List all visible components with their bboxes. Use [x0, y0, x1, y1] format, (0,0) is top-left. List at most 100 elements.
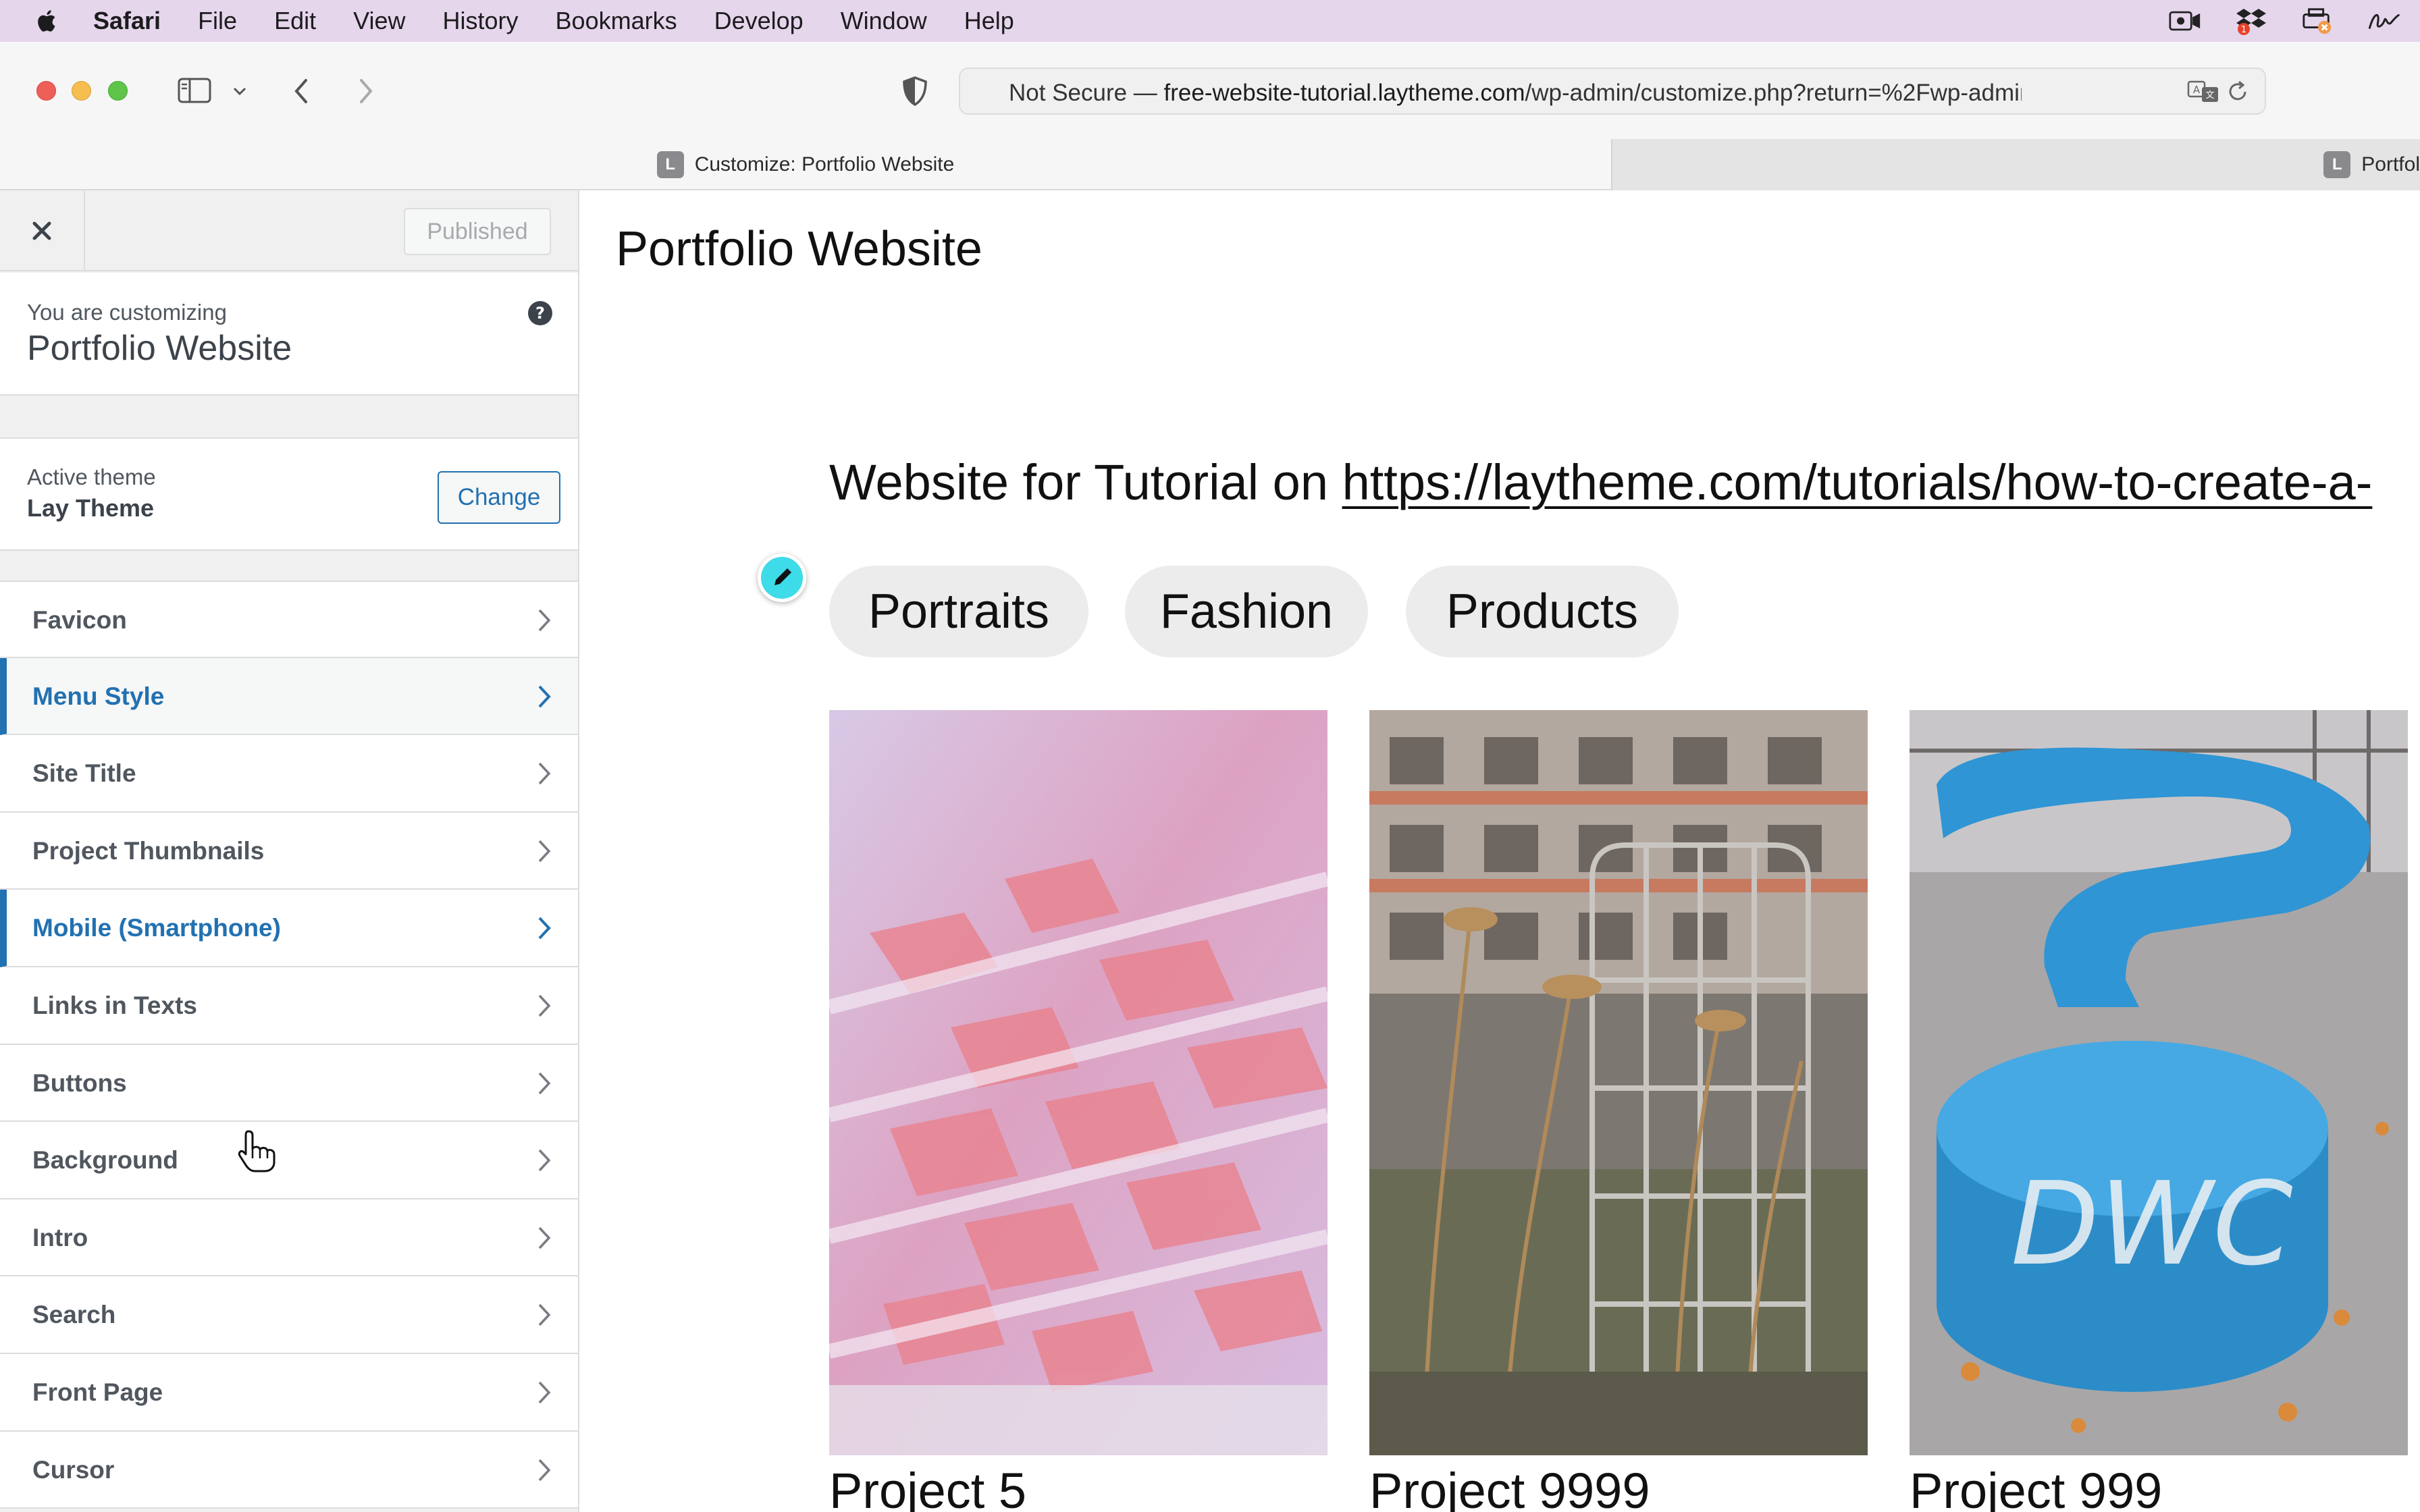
section-label: Links in Texts — [32, 991, 197, 1019]
menu-help[interactable]: Help — [964, 7, 1014, 35]
tab-title: Customize: Portfolio Website — [694, 153, 955, 176]
dropbox-icon[interactable]: 1 — [2235, 5, 2267, 36]
close-customizer-button[interactable] — [0, 190, 85, 271]
section-links-in-texts[interactable]: Links in Texts — [0, 967, 578, 1045]
menu-view[interactable]: View — [353, 7, 405, 35]
zoom-window-button[interactable] — [108, 81, 128, 101]
active-theme-label: Active theme — [27, 464, 156, 489]
printer-alert-icon[interactable] — [2301, 5, 2334, 36]
signature-icon[interactable] — [2367, 5, 2400, 36]
browser-toolbar: Not Secure — free-website-tutorial.layth… — [0, 42, 2420, 139]
status-icons: 1 — [2169, 5, 2400, 36]
menu-history[interactable]: History — [443, 7, 519, 35]
project-thumbnail[interactable] — [1369, 710, 1868, 1455]
reload-icon[interactable] — [2224, 78, 2251, 105]
section-label: Front Page — [32, 1378, 163, 1406]
puddle-photo — [829, 710, 1327, 1455]
preview-tagline: Website for Tutorial on https://laytheme… — [829, 454, 2372, 511]
forward-arrow-icon[interactable] — [351, 74, 381, 108]
site-preview: Portfolio Website Website for Tutorial o… — [581, 190, 2420, 1512]
section-label: Menu Style — [32, 682, 165, 710]
section-cursor[interactable]: Cursor — [0, 1431, 578, 1509]
section-label: Intro — [32, 1223, 88, 1251]
svg-text:文: 文 — [2205, 90, 2214, 101]
customizer-header: Published — [0, 190, 578, 271]
chevron-right-icon — [538, 685, 551, 707]
project-thumbnail[interactable] — [829, 710, 1327, 1455]
section-site-title[interactable]: Site Title — [0, 735, 578, 813]
tab-bar: L Customize: Portfolio Website L Portfol — [0, 139, 2420, 190]
menu-safari[interactable]: Safari — [93, 7, 161, 35]
customizing-site-name: Portfolio Website — [27, 329, 292, 368]
blue-sculpture-photo: DWC — [1910, 710, 2408, 1455]
apple-logo-icon[interactable] — [35, 8, 61, 34]
section-project-thumbnails[interactable]: Project Thumbnails — [0, 812, 578, 890]
svg-text:DWC: DWC — [2011, 1158, 2293, 1291]
customizing-panel: You are customizing Portfolio Website ? — [0, 273, 578, 396]
menu-file[interactable]: File — [198, 7, 237, 35]
section-label: Search — [32, 1301, 116, 1329]
help-icon[interactable]: ? — [527, 300, 554, 330]
customizer-sections: Favicon Menu Style Site Title Project Th… — [0, 580, 578, 1509]
close-window-button[interactable] — [36, 81, 56, 101]
section-label: Site Title — [32, 759, 136, 788]
section-intro[interactable]: Intro — [0, 1199, 578, 1277]
chevron-down-icon[interactable] — [230, 81, 250, 101]
hand-pointer-cursor-icon — [238, 1130, 275, 1172]
project-title[interactable]: Project 999 — [1910, 1462, 2162, 1512]
filter-fashion[interactable]: Fashion — [1125, 566, 1368, 657]
change-theme-button[interactable]: Change — [438, 471, 560, 524]
menu-bookmarks[interactable]: Bookmarks — [556, 7, 677, 35]
section-buttons[interactable]: Buttons — [0, 1044, 578, 1123]
tab-portfolio[interactable]: L Portfol — [1611, 139, 2420, 190]
address-bar[interactable]: Not Secure — free-website-tutorial.layth… — [959, 68, 2266, 115]
pencil-icon — [774, 568, 791, 585]
tagline-link[interactable]: https://laytheme.com/tutorials/how-to-cr… — [1342, 454, 2373, 510]
tagline-text: Website for Tutorial on — [829, 454, 1342, 510]
project-thumbnail[interactable]: DWC — [1910, 710, 2408, 1455]
customizing-label: You are customizing — [27, 300, 227, 325]
section-label: Favicon — [32, 606, 127, 634]
translate-icon[interactable]: A文 — [2186, 77, 2220, 105]
tab-title: Portfol — [2361, 153, 2420, 176]
menu-window[interactable]: Window — [841, 7, 927, 35]
section-menu-style[interactable]: Menu Style — [0, 657, 578, 736]
chevron-right-icon — [538, 994, 551, 1017]
edit-shortcut-button[interactable] — [758, 554, 806, 602]
sidebar-toggle-icon[interactable] — [177, 76, 212, 105]
published-button[interactable]: Published — [404, 208, 551, 255]
chevron-right-icon — [538, 1459, 551, 1481]
section-background[interactable]: Background — [0, 1122, 578, 1199]
back-arrow-icon[interactable] — [286, 74, 316, 108]
address-host: free-website-tutorial.laytheme.com — [1163, 80, 1525, 106]
project-title[interactable]: Project 5 — [829, 1462, 1026, 1512]
chevron-right-icon — [538, 917, 551, 940]
menu-edit[interactable]: Edit — [274, 7, 316, 35]
tab-customize[interactable]: L Customize: Portfolio Website — [0, 139, 1611, 190]
section-favicon[interactable]: Favicon — [0, 580, 578, 658]
chevron-right-icon — [538, 1304, 551, 1326]
section-search[interactable]: Search — [0, 1276, 578, 1354]
chevron-right-icon — [538, 840, 551, 862]
filter-products[interactable]: Products — [1406, 566, 1679, 657]
security-label: Not Secure — — [1009, 80, 1164, 106]
section-mobile-smartphone[interactable]: Mobile (Smartphone) — [0, 890, 578, 967]
garden-photo — [1369, 710, 1868, 1455]
customizer-sidebar: Published You are customizing Portfolio … — [0, 190, 579, 1512]
menu-develop[interactable]: Develop — [714, 7, 804, 35]
section-label: Mobile (Smartphone) — [32, 914, 281, 942]
chevron-right-icon — [538, 762, 551, 785]
svg-text:A: A — [2193, 84, 2201, 96]
section-label: Cursor — [32, 1455, 115, 1484]
filter-portraits[interactable]: Portraits — [829, 566, 1088, 657]
minimize-window-button[interactable] — [72, 81, 91, 101]
section-front-page[interactable]: Front Page — [0, 1353, 578, 1432]
preview-site-title[interactable]: Portfolio Website — [616, 221, 982, 277]
chevron-right-icon — [538, 609, 551, 632]
macos-menu-bar: Safari File Edit View History Bookmarks … — [0, 0, 2420, 42]
active-theme-panel: Active theme Lay Theme Change — [0, 437, 578, 551]
project-title[interactable]: Project 9999 — [1369, 1462, 1650, 1512]
privacy-shield-icon[interactable] — [898, 73, 932, 109]
screen-record-icon[interactable] — [2169, 5, 2201, 36]
svg-text:1: 1 — [2241, 25, 2246, 35]
